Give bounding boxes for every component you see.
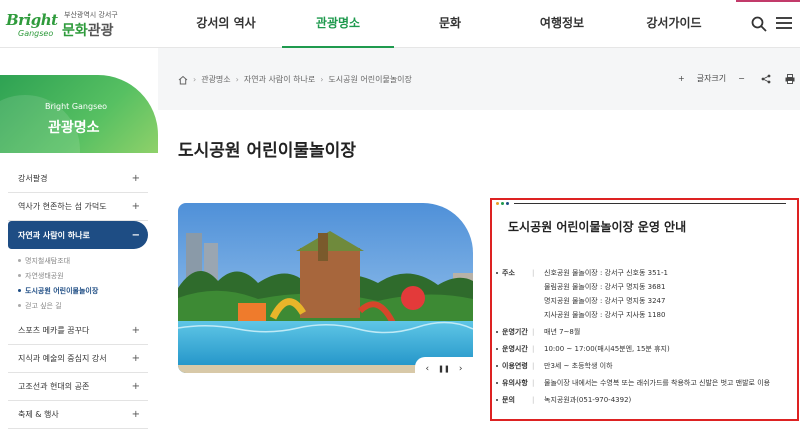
font-size-label: 글자크기 [696, 74, 727, 83]
font-increase-button[interactable]: + [678, 74, 685, 83]
sidebar-item-arts[interactable]: 지식과 예술의 중심지 강서 + [8, 345, 148, 373]
pause-button[interactable]: ❚❚ [438, 365, 450, 373]
info-row-period: 운영기간 | 매년 7~8월 [492, 325, 797, 339]
sidebar-menu: 강서팔경 + 역사가 현존하는 섬 가덕도 + 자연과 사람이 하나로 − 명지철새탐… [8, 165, 148, 429]
site-header: Bright Gangseo 부산광역시 강서구 문화관광 강서의 역사 관광명… [0, 0, 800, 48]
logo-subtitle: 부산광역시 강서구 [64, 11, 118, 19]
share-icon[interactable] [761, 74, 771, 84]
sidebar-banner-eng: Bright Gangseo [45, 102, 108, 111]
submenu-item-walking-trail[interactable]: 걷고 싶은 길 [18, 298, 148, 313]
info-row-notice: 유의사항 | 물놀이장 내에서는 수영복 또는 래쉬가드를 착용하고 신발은 벗고… [492, 376, 797, 390]
sidebar-item-festival[interactable]: 축제 & 행사 + [8, 401, 148, 429]
font-decrease-button[interactable]: − [738, 74, 745, 83]
sidebar-submenu: 명지철새탐조대 자연생태공원 도시공원 어린이물놀이장 걷고 싶은 길 [8, 249, 148, 317]
nav-item-culture[interactable]: 문화 [394, 0, 506, 48]
main-nav: 강서의 역사 관광명소 문화 여행정보 강서가이드 [170, 0, 730, 48]
info-row-contact: 문의 | 녹지공원과(051-970-4392) [492, 393, 797, 407]
submenu-item-bird-observatory[interactable]: 명지철새탐조대 [18, 253, 148, 268]
sidebar-banner-title: 관광명소 [48, 120, 100, 136]
plus-icon: + [131, 381, 140, 392]
plus-icon: + [131, 353, 140, 364]
info-row-age: 이용연령 | 만3세 ~ 초등학생 이하 [492, 359, 797, 373]
decorative-dots [496, 202, 511, 205]
plus-icon: + [131, 201, 140, 212]
nav-item-travel-info[interactable]: 여행정보 [506, 0, 618, 48]
plus-icon: + [131, 173, 140, 184]
divider [514, 203, 786, 204]
chevron-right-icon: › [193, 75, 197, 84]
sidebar-item-eight-views[interactable]: 강서팔경 + [8, 165, 148, 193]
prev-slide-button[interactable]: ‹ [426, 364, 430, 374]
submenu-item-water-playground[interactable]: 도시공원 어린이물놀이장 [18, 283, 148, 298]
logo-title: 문화관광 [62, 23, 114, 39]
info-row-address: 주소 | 신호공원 물놀이장 : 강서구 신호동 351-1 물림공원 물놀이장 … [492, 266, 797, 322]
minus-icon: − [131, 229, 140, 241]
search-icon[interactable] [751, 16, 767, 32]
logo-brand: Bright [6, 11, 58, 29]
chevron-right-icon: › [235, 75, 239, 84]
breadcrumb-item[interactable]: 관광명소 [201, 74, 230, 85]
sidebar-banner: Bright Gangseo 관광명소 [0, 75, 158, 153]
breadcrumb-item[interactable]: 자연과 사람이 하나로 [244, 74, 315, 85]
header-accent-line [736, 0, 800, 2]
plus-icon: + [131, 409, 140, 420]
page-title: 도시공원 어린이물놀이장 [178, 141, 356, 161]
next-slide-button[interactable]: › [459, 364, 463, 374]
nav-item-attractions[interactable]: 관광명소 [282, 0, 394, 48]
page-tools: + 글자크기 − [678, 73, 795, 84]
home-icon[interactable] [178, 75, 188, 85]
print-icon[interactable] [785, 73, 795, 84]
water-playground-photo [178, 203, 473, 373]
nav-item-history[interactable]: 강서의 역사 [170, 0, 282, 48]
plus-icon: + [131, 325, 140, 336]
logo-brand-sub: Gangseo [18, 29, 54, 38]
operation-info-box: 도시공원 어린이물놀이장 운영 안내 주소 | 신호공원 물놀이장 : 강서구 신… [490, 198, 799, 421]
info-row-hours: 운영시간 | 10:00 ~ 17:00(매시45분엔, 15분 휴지) [492, 342, 797, 356]
nav-item-guide[interactable]: 강서가이드 [618, 0, 730, 48]
submenu-item-eco-park[interactable]: 자연생태공원 [18, 268, 148, 283]
sidebar-item-coexistence[interactable]: 고조선과 현대의 공존 + [8, 373, 148, 401]
sidebar-item-sports[interactable]: 스포츠 메카를 꿈꾸다 + [8, 317, 148, 345]
chevron-right-icon: › [320, 75, 324, 84]
breadcrumb: › 관광명소 › 자연과 사람이 하나로 › 도시공원 어린이물놀이장 [178, 74, 412, 85]
breadcrumb-item-current: 도시공원 어린이물놀이장 [328, 75, 412, 84]
info-table: 주소 | 신호공원 물놀이장 : 강서구 신호동 351-1 물림공원 물놀이장 … [492, 266, 797, 410]
slider-controls: ‹ ❚❚ › [415, 357, 473, 381]
hamburger-menu-icon[interactable] [776, 17, 792, 31]
sidebar-item-nature[interactable]: 자연과 사람이 하나로 − [8, 221, 148, 249]
site-logo[interactable]: Bright Gangseo 부산광역시 강서구 문화관광 [6, 8, 118, 42]
info-title: 도시공원 어린이물놀이장 운영 안내 [508, 220, 687, 234]
sidebar-item-gadeokdo[interactable]: 역사가 현존하는 섬 가덕도 + [8, 193, 148, 221]
